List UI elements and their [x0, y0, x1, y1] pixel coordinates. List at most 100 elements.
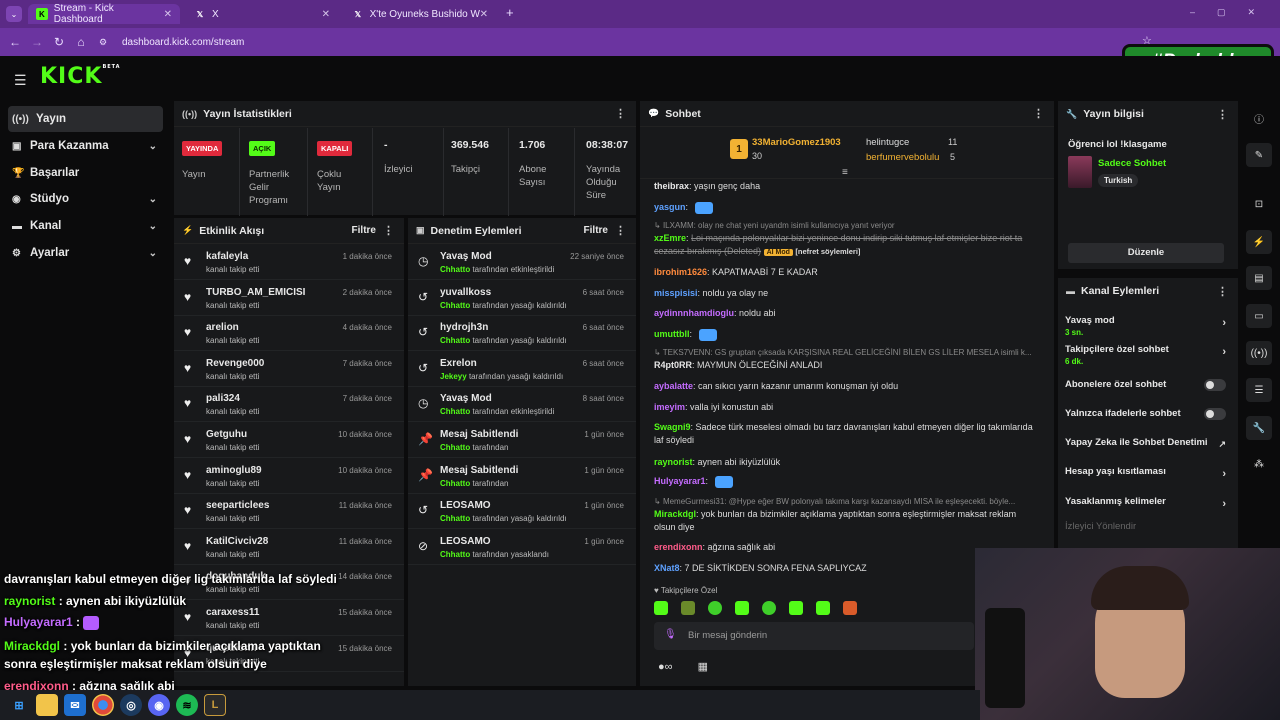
folder-icon[interactable] — [36, 694, 58, 716]
more-icon[interactable]: ⋮ — [615, 224, 626, 237]
activity-user[interactable]: Getguhu — [206, 429, 247, 440]
moderation-row[interactable]: ↺ yuvallkoss Chhatto tarafından yasağı kal… — [408, 280, 636, 316]
activity-row[interactable]: ♥ pali324 kanalı takip etti 7 dakika önce — [174, 386, 404, 423]
moderator-name[interactable]: Chhatto — [440, 301, 470, 310]
forward-icon[interactable]: → — [26, 35, 48, 49]
moderator-name[interactable]: Chhatto — [440, 550, 470, 559]
mail-icon[interactable]: ✉ — [64, 694, 86, 716]
window-controls[interactable]: –▢✕ — [1190, 7, 1277, 18]
emote-icon[interactable] — [735, 601, 749, 615]
activity-row[interactable]: ♥ Getguhu kanalı takip etti 10 dakika önce — [174, 422, 404, 458]
activity-user[interactable]: kafaleyla — [206, 251, 248, 262]
chat-input[interactable]: 🎙 Bir mesaj gönderin — [654, 622, 974, 650]
moderation-row[interactable]: ◷ Yavaş Mod Chhatto tarafından etkinleştir… — [408, 386, 636, 423]
sidebar-item-kanal[interactable]: ▬ Kanal ⌄ — [8, 213, 163, 239]
tab-x-oyuneks[interactable]: 𝕏 X'te Oyuneks Bushido Wildcats ✕ — [344, 4, 496, 24]
activity-row[interactable]: ♥ caraxess11 kanalı takip etti 15 dakika ön… — [174, 600, 404, 636]
activity-row[interactable]: ♥ TURBO_AM_EMICISI kanalı takip etti 2 daki… — [174, 280, 404, 316]
chat-username[interactable]: umuttbll — [654, 329, 690, 339]
back-icon[interactable]: ← — [4, 35, 26, 49]
url-field[interactable]: dashboard.kick.com/stream — [122, 37, 244, 48]
home-icon[interactable]: ⌂ — [70, 35, 92, 49]
channel-action-ifade-sohbet[interactable]: Yalnızca ifadelerle sohbet — [1065, 408, 1230, 420]
moderation-row[interactable]: 📌 Mesaj Sabitlendi Chhatto tarafından 1 gün… — [408, 458, 636, 494]
moderation-row[interactable]: ↺ Exrelon Jekeyy tarafından yasağı kaldırı… — [408, 351, 636, 387]
emote-icon[interactable] — [654, 601, 668, 615]
emote-only-toggle[interactable] — [1204, 408, 1226, 420]
more-icon[interactable]: ⋮ — [1217, 108, 1228, 121]
emote-icon[interactable] — [708, 601, 722, 615]
activity-row[interactable]: ♥ seeparticlees kanalı takip etti 11 dakika… — [174, 493, 404, 530]
discord-icon[interactable]: ◉ — [148, 694, 170, 716]
spotify-icon[interactable]: ≋ — [176, 694, 198, 716]
sidebar-item-yayin[interactable]: ((•)) Yayın — [8, 106, 163, 132]
chat-username[interactable]: yasgun — [654, 202, 686, 212]
nodes-icon[interactable]: ⁂ — [1246, 452, 1272, 476]
chat-username[interactable]: xzEmre — [654, 233, 686, 243]
site-info-icon[interactable]: ⚙ — [92, 37, 114, 48]
chat-username[interactable]: Swagni9 — [654, 422, 691, 432]
emote-icon[interactable] — [816, 601, 830, 615]
moderation-row[interactable]: ↺ hydrojh3n Chhatto tarafından yasağı kald… — [408, 315, 636, 352]
kick-logo[interactable]: KICKBETA — [40, 64, 121, 89]
activity-row[interactable]: ♥ arelion kanalı takip etti 4 dakika önce — [174, 315, 404, 352]
chat-username[interactable]: aydinnnhamdioglu — [654, 308, 734, 318]
moderation-icon[interactable]: ☰ — [1246, 378, 1272, 402]
reload-icon[interactable]: ↻ — [48, 35, 70, 49]
moderation-row[interactable]: ◷ Yavaş Mod Chhatto tarafından etkinleştir… — [408, 244, 636, 280]
moderation-row[interactable]: ↺ LEOSAMO Chhatto tarafından yasağı kaldır… — [408, 493, 636, 530]
leaderboard-top-name[interactable]: 33MarioGomez1903 — [752, 137, 841, 148]
chat-username[interactable]: aybalatte — [654, 381, 693, 391]
filter-button[interactable]: Filtre — [584, 225, 608, 236]
collapse-icon[interactable]: ≡ — [842, 167, 848, 178]
league-icon[interactable]: L — [204, 694, 226, 716]
channel-action-abone-sohbet[interactable]: Abonelere özel sohbet — [1065, 379, 1230, 391]
channel-action-takipci-sohbet[interactable]: Takipçilere özel sohbet 6 dk. › — [1065, 344, 1230, 366]
chat-username[interactable]: theibrax — [654, 181, 689, 191]
close-icon[interactable]: ✕ — [480, 9, 488, 20]
chrome-icon[interactable] — [92, 694, 114, 716]
broadcast-icon[interactable]: ((•)) — [1246, 341, 1272, 365]
edit-button[interactable]: Düzenle — [1068, 243, 1224, 263]
leaderboard-third-name[interactable]: berfumervebolulu — [866, 152, 939, 163]
tab-menu-button[interactable]: ⌄ — [6, 6, 22, 22]
info-icon[interactable]: ⓘ — [1246, 106, 1272, 130]
moderator-name[interactable]: Chhatto — [440, 336, 470, 345]
activity-user[interactable]: arelion — [206, 322, 239, 333]
moderation-row[interactable]: ⊘ LEOSAMO Chhatto tarafından yasaklandı 1 g… — [408, 529, 636, 565]
activity-row[interactable]: ♥ Revenge000 kanalı takip etti 7 dakika önc… — [174, 351, 404, 387]
chat-username[interactable]: erendixonn — [654, 542, 703, 552]
chat-username[interactable]: imeyim — [654, 402, 685, 412]
activity-row[interactable]: ♥ aminoglu89 kanalı takip etti 10 dakika ön… — [174, 458, 404, 494]
emote-icon[interactable] — [789, 601, 803, 615]
more-icon[interactable]: ⋮ — [383, 224, 394, 237]
more-icon[interactable]: ⋮ — [615, 107, 626, 120]
microphone-icon[interactable]: 🎙 — [664, 629, 677, 640]
emote-icon[interactable] — [843, 601, 857, 615]
tab-kick-dashboard[interactable]: K Stream - Kick Dashboard ✕ — [28, 3, 180, 25]
sidebar-item-basarilar[interactable]: 🏆 Başarılar — [8, 160, 163, 186]
channel-action-yavas-mod[interactable]: Yavaş mod 3 sn. › — [1065, 315, 1230, 337]
emote-menu-icon[interactable]: ●∞ — [658, 661, 673, 673]
channel-action-izleyici-yonlendir[interactable]: İzleyici Yönlendir — [1065, 521, 1230, 532]
activity-user[interactable]: seeparticlees — [206, 500, 269, 511]
lightning-icon[interactable]: ⚡ — [1246, 230, 1272, 254]
activity-user[interactable]: pali324 — [206, 393, 240, 404]
chat-username[interactable]: raynorist — [654, 457, 693, 467]
activity-row[interactable]: ♥ KatilCivciv28 kanalı takip etti 11 dakika… — [174, 529, 404, 565]
moderator-name[interactable]: Chhatto — [440, 407, 470, 416]
leaderboard-second-name[interactable]: helintugce — [866, 137, 909, 148]
filter-button[interactable]: Filtre — [352, 225, 376, 236]
moderator-name[interactable]: Jekeyy — [440, 372, 467, 381]
steam-icon[interactable]: ◎ — [120, 694, 142, 716]
edit-icon[interactable]: ✎ — [1246, 143, 1272, 167]
moderator-name[interactable]: Chhatto — [440, 479, 470, 488]
sidebar-item-para-kazanma[interactable]: ▣ Para Kazanma ⌄ — [8, 133, 163, 159]
chat-username[interactable]: XNat8 — [654, 563, 680, 573]
more-icon[interactable]: ⋮ — [1033, 107, 1044, 120]
activity-user[interactable]: caraxess11 — [206, 607, 259, 618]
chat-username[interactable]: Hulyayarar1 — [654, 476, 706, 486]
capture-icon[interactable]: ⊡ — [1246, 192, 1272, 216]
tab-x[interactable]: 𝕏 X ✕ — [186, 4, 338, 24]
sidebar-item-ayarlar[interactable]: ⚙ Ayarlar ⌄ — [8, 240, 163, 266]
